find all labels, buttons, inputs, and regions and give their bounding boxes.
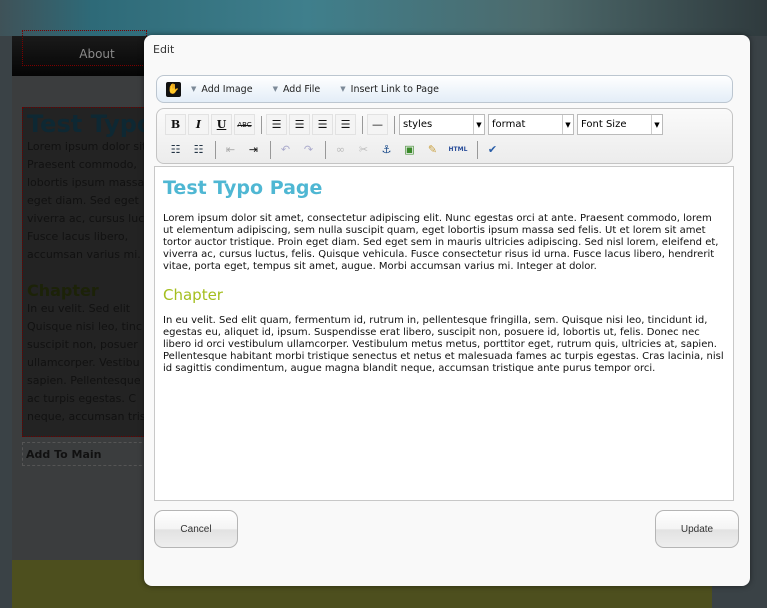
image-icon[interactable]: ▣ (399, 139, 420, 160)
content-line: eget diam. Sed eget (27, 194, 139, 207)
content-chapter: Chapter (27, 281, 99, 300)
triangle-down-icon: ▼ (272, 85, 278, 93)
add-file-label: Add File (282, 83, 321, 95)
styles-value: styles (403, 119, 433, 130)
triangle-down-icon: ▼ (340, 85, 346, 93)
editor-paragraph: In eu velit. Sed elit quam, fermentum id… (163, 315, 724, 374)
separator (270, 140, 271, 159)
asset-toolbar: ✋ ▼ Add Image ▼ Add File ▼ Insert Link to P… (156, 75, 733, 103)
outdent-icon[interactable]: ⇤ (220, 139, 241, 160)
align-center-icon[interactable]: ☰ (289, 114, 310, 135)
content-line: Fusce lacus libero, (27, 230, 129, 243)
chevron-down-icon: ▼ (562, 115, 573, 134)
edit-dialog: Edit ✋ ▼ Add Image ▼ Add File ▼ Insert Link… (144, 35, 750, 586)
format-value: format (492, 119, 526, 130)
add-image-button[interactable]: ▼ Add Image (191, 84, 253, 95)
html-source-button[interactable]: HTML (445, 139, 471, 160)
content-line: neque, accumsan tris (27, 410, 146, 423)
dialog-title: Edit (153, 43, 175, 56)
separator (325, 140, 326, 159)
numbered-list-icon[interactable]: ☷ (188, 139, 209, 160)
content-line: viverra ac, cursus luc (27, 212, 145, 225)
styles-select[interactable]: styles ▼ (399, 114, 485, 135)
cancel-button[interactable]: Cancel (154, 510, 238, 548)
anchor-icon[interactable]: ⚓ (376, 139, 397, 160)
update-button[interactable]: Update (655, 510, 739, 548)
separator (261, 115, 262, 134)
insert-link-label: Insert Link to Page (350, 83, 439, 95)
content-line: ullamcorper. Vestibu (27, 356, 140, 369)
add-file-button[interactable]: ▼ Add File (273, 84, 321, 95)
separator (362, 115, 363, 134)
indent-icon[interactable]: ⇥ (243, 139, 264, 160)
editor-heading: Test Typo Page (163, 177, 323, 199)
editor-subheading: Chapter (163, 286, 223, 304)
content-title: Test Typo (27, 110, 152, 138)
content-line: lobortis ipsum massa (27, 176, 145, 189)
content-line: ac turpis egestas. C (27, 392, 137, 405)
unlink-icon[interactable]: ✂ (353, 139, 374, 160)
align-right-icon[interactable]: ☰ (312, 114, 333, 135)
horizontal-rule-icon[interactable]: — (367, 114, 388, 135)
format-select[interactable]: format ▼ (488, 114, 574, 135)
font-size-select[interactable]: Font Size ▼ (577, 114, 663, 135)
rich-text-editor[interactable]: Test Typo Page Lorem ipsum dolor sit ame… (154, 166, 734, 501)
font-size-value: Font Size (581, 119, 627, 130)
bold-button[interactable]: B (165, 114, 186, 135)
align-justify-icon[interactable]: ☰ (335, 114, 356, 135)
separator (394, 115, 395, 134)
chevron-down-icon: ▼ (473, 115, 484, 134)
triangle-down-icon: ▼ (191, 85, 197, 93)
content-line: accumsan varius mi. I (27, 248, 148, 261)
separator (215, 140, 216, 159)
editor-paragraph: Lorem ipsum dolor sit amet, consectetur … (163, 213, 719, 272)
undo-icon[interactable]: ↶ (275, 139, 296, 160)
align-left-icon[interactable]: ☰ (266, 114, 287, 135)
editor-toolbar: B I U ABC ☰ ☰ ☰ ☰ — styles ▼ format ▼ Font… (156, 108, 733, 164)
add-image-label: Add Image (201, 83, 253, 95)
link-icon[interactable]: ∞ (330, 139, 351, 160)
content-block[interactable]: Test Typo Lorem ipsum dolor sit Praesent… (22, 107, 152, 437)
content-line: In eu velit. Sed elit (27, 302, 131, 315)
underline-button[interactable]: U (211, 114, 232, 135)
spellcheck-icon[interactable]: ✔ (482, 139, 503, 160)
content-line: sapien. Pellentesque (27, 374, 141, 387)
strikethrough-button[interactable]: ABC (234, 114, 255, 135)
cms-logo-icon: ✋ (166, 81, 181, 97)
content-line: Praesent commodo, (27, 158, 137, 171)
redo-icon[interactable]: ↷ (298, 139, 319, 160)
italic-button[interactable]: I (188, 114, 209, 135)
insert-link-button[interactable]: ▼ Insert Link to Page (340, 84, 439, 95)
separator (477, 140, 478, 159)
add-to-main[interactable]: Add To Main (22, 442, 152, 466)
content-line: Lorem ipsum dolor sit (27, 140, 147, 153)
content-line: Quisque nisi leo, tinc (27, 320, 142, 333)
chevron-down-icon: ▼ (651, 115, 662, 134)
bullet-list-icon[interactable]: ☷ (165, 139, 186, 160)
cleanup-brush-icon[interactable]: ✎ (422, 139, 443, 160)
content-line: suscipit non, posuer (27, 338, 138, 351)
